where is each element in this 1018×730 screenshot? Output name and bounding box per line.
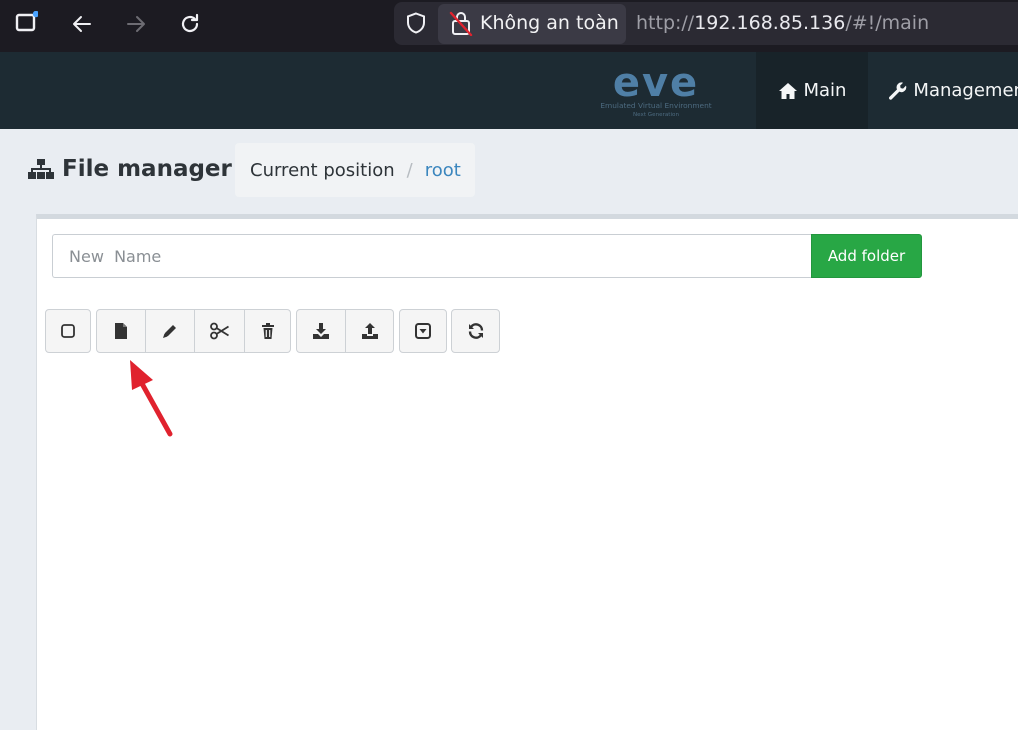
breadcrumb-separator: / <box>406 159 413 181</box>
shield-icon[interactable] <box>404 11 428 35</box>
nav-main[interactable]: Main <box>756 52 868 129</box>
logo-subtitle-2: Next Generation <box>633 112 679 118</box>
reload-button[interactable] <box>176 10 204 38</box>
reload-icon <box>181 13 199 33</box>
pencil-icon <box>163 325 176 338</box>
new-file-button[interactable] <box>96 309 146 353</box>
url-host: 192.168.85.136 <box>694 12 846 34</box>
arrow-left-icon <box>73 16 91 32</box>
import-button[interactable] <box>346 309 394 353</box>
export-button[interactable] <box>296 309 346 353</box>
back-button[interactable] <box>68 10 96 38</box>
page-title-text: File manager <box>62 156 232 182</box>
insecure-lock-icon <box>449 11 473 36</box>
forward-button[interactable] <box>122 10 150 38</box>
nav-management-label: Management <box>913 80 1018 101</box>
wrench-icon <box>889 81 907 100</box>
logo-subtitle: Emulated Virtual Environment <box>600 101 711 110</box>
sitemap-icon <box>28 159 54 179</box>
select-all-button[interactable] <box>45 309 91 353</box>
nav-management[interactable]: Management <box>872 52 1018 129</box>
url-text[interactable]: http://192.168.85.136/#!/main <box>636 10 929 36</box>
trash-icon <box>261 323 274 339</box>
eve-logo[interactable]: eve Emulated Virtual Environment Next Ge… <box>586 62 726 120</box>
page-title: File manager <box>28 152 232 186</box>
refresh-icon <box>468 323 483 339</box>
add-folder-button[interactable]: Add folder <box>811 234 922 278</box>
url-path: /#!/main <box>845 12 930 34</box>
red-arrow-annotation <box>130 360 173 437</box>
dropdown-button[interactable] <box>399 309 447 353</box>
rename-button[interactable] <box>146 309 195 353</box>
scissors-icon <box>209 322 229 340</box>
new-folder-name-input[interactable] <box>52 234 812 278</box>
logo-text: eve <box>613 62 699 106</box>
home-icon <box>778 82 797 99</box>
arrow-right-icon <box>127 16 145 32</box>
breadcrumb-current-label: Current position <box>250 159 395 181</box>
security-label: Không an toàn <box>480 12 619 34</box>
breadcrumb-root-link[interactable]: root <box>425 160 461 181</box>
upload-icon <box>361 323 378 339</box>
sidebar-tabs-icon[interactable] <box>14 11 38 35</box>
url-scheme: http:// <box>636 12 695 34</box>
refresh-button[interactable] <box>451 309 500 353</box>
nav-main-label: Main <box>803 80 847 101</box>
breadcrumb: Current position / root <box>235 143 475 197</box>
file-icon <box>115 323 127 339</box>
delete-button[interactable] <box>245 309 291 353</box>
cut-button[interactable] <box>195 309 245 353</box>
checkbox-icon <box>61 324 75 338</box>
caret-box-icon <box>415 323 431 339</box>
file-manager-panel <box>36 214 1018 730</box>
download-icon <box>313 323 329 339</box>
